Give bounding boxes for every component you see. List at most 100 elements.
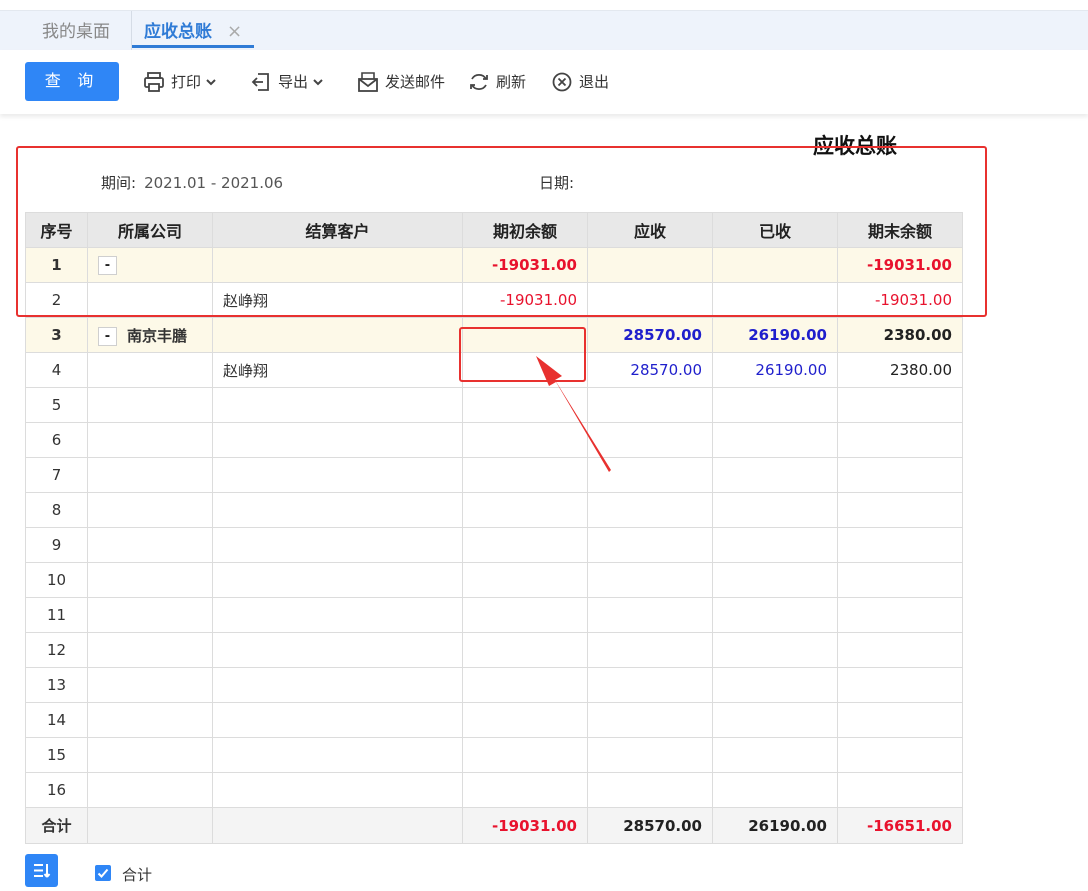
opening-balance-cell: -19031.00 <box>462 247 588 283</box>
row-index: 8 <box>25 492 88 528</box>
mail-icon <box>358 71 378 92</box>
empty-cell <box>837 632 963 668</box>
column-header[interactable]: 期末余额 <box>837 212 963 248</box>
empty-cell <box>712 457 838 493</box>
empty-cell <box>587 667 713 703</box>
report-title: 应收总账 <box>813 134 897 158</box>
row-index: 3 <box>25 317 88 353</box>
column-settings-button[interactable] <box>25 854 58 887</box>
tab-bar: 我的桌面 应收总账 × <box>0 10 1088 51</box>
empty-cell <box>462 667 588 703</box>
table-row[interactable]: 10 <box>25 562 963 598</box>
column-header[interactable]: 所属公司 <box>87 212 213 248</box>
empty-cell <box>837 422 963 458</box>
closing-balance-cell: -19031.00 <box>837 282 963 318</box>
empty-cell <box>712 772 838 808</box>
empty-cell <box>462 737 588 773</box>
table-row[interactable]: 6 <box>25 422 963 458</box>
query-button[interactable]: 查 询 <box>25 62 119 101</box>
column-header[interactable]: 结算客户 <box>212 212 463 248</box>
table-row[interactable]: 11 <box>25 597 963 633</box>
table-row[interactable]: 2 赵峥翔 -19031.00 -19031.00 <box>25 282 963 318</box>
tab-label: 应收总账 <box>144 22 212 42</box>
exit-button[interactable]: 退出 <box>551 62 609 101</box>
customer-cell: 赵峥翔 <box>212 352 463 388</box>
customer-cell: 赵峥翔 <box>212 282 463 318</box>
period-label: 期间: <box>101 174 137 192</box>
table-row[interactable]: 15 <box>25 737 963 773</box>
table-row[interactable]: 5 <box>25 387 963 423</box>
total-receivable: 28570.00 <box>587 807 713 844</box>
empty-cell <box>212 667 463 703</box>
empty-cell <box>212 772 463 808</box>
table-row[interactable]: 16 <box>25 772 963 808</box>
total-company-cell <box>87 807 213 844</box>
refresh-button[interactable]: 刷新 <box>468 62 526 101</box>
column-header[interactable]: 应收 <box>587 212 713 248</box>
table-row[interactable]: 8 <box>25 492 963 528</box>
opening-balance-cell <box>462 352 588 388</box>
tab-receivable-ledger[interactable]: 应收总账 × <box>131 11 254 51</box>
total-received: 26190.00 <box>712 807 838 844</box>
empty-cell <box>87 422 213 458</box>
received-cell <box>712 282 838 318</box>
empty-cell <box>462 632 588 668</box>
row-index: 13 <box>25 667 88 703</box>
empty-cell <box>837 457 963 493</box>
column-header[interactable]: 期初余额 <box>462 212 588 248</box>
table-row[interactable]: 7 <box>25 457 963 493</box>
empty-cell <box>712 492 838 528</box>
total-checkbox[interactable] <box>95 865 111 881</box>
empty-cell <box>87 457 213 493</box>
empty-cell <box>712 387 838 423</box>
empty-cell <box>587 387 713 423</box>
company-cell <box>87 352 213 388</box>
opening-balance-cell: -19031.00 <box>462 282 588 318</box>
empty-cell <box>712 632 838 668</box>
empty-cell <box>462 702 588 738</box>
row-index: 6 <box>25 422 88 458</box>
empty-cell <box>212 562 463 598</box>
close-circle-icon <box>552 72 572 91</box>
collapse-toggle[interactable]: - <box>98 255 117 275</box>
empty-cell <box>87 527 213 563</box>
row-index: 5 <box>25 387 88 423</box>
row-index: 12 <box>25 632 88 668</box>
empty-cell <box>837 597 963 633</box>
table-row[interactable]: 4 赵峥翔 28570.00 26190.00 2380.00 <box>25 352 963 388</box>
empty-cell <box>837 527 963 563</box>
closing-balance-cell: -19031.00 <box>837 247 963 283</box>
empty-cell <box>587 702 713 738</box>
column-header[interactable]: 序号 <box>25 212 88 248</box>
row-index: 11 <box>25 597 88 633</box>
empty-cell <box>462 422 588 458</box>
empty-cell <box>87 597 213 633</box>
table-row-group[interactable]: 3 - 南京丰膳 28570.00 26190.00 2380.00 <box>25 317 963 353</box>
column-header[interactable]: 已收 <box>712 212 838 248</box>
table-row[interactable]: 9 <box>25 527 963 563</box>
empty-cell <box>87 492 213 528</box>
export-button[interactable]: 导出 <box>250 62 330 101</box>
tab-home[interactable]: 我的桌面 <box>42 11 110 51</box>
collapse-toggle[interactable]: - <box>98 326 117 346</box>
table-row[interactable]: 14 <box>25 702 963 738</box>
printer-icon <box>144 71 164 92</box>
empty-cell <box>212 737 463 773</box>
print-button[interactable]: 打印 <box>143 62 223 101</box>
refresh-icon <box>470 73 488 90</box>
table-row[interactable]: 13 <box>25 667 963 703</box>
close-icon[interactable]: × <box>227 11 242 53</box>
empty-cell <box>87 772 213 808</box>
send-email-button[interactable]: 发送邮件 <box>357 62 445 101</box>
empty-cell <box>87 632 213 668</box>
total-row: 合计 -19031.00 28570.00 26190.00 -16651.00 <box>25 807 963 844</box>
empty-cell <box>837 562 963 598</box>
empty-cell <box>587 492 713 528</box>
table-row[interactable]: 12 <box>25 632 963 668</box>
empty-cell <box>87 702 213 738</box>
empty-cell <box>837 702 963 738</box>
table-row-group[interactable]: 1 - -19031.00 -19031.00 <box>25 247 963 283</box>
opening-balance-cell <box>462 317 588 353</box>
empty-cell <box>87 562 213 598</box>
empty-cell <box>212 597 463 633</box>
